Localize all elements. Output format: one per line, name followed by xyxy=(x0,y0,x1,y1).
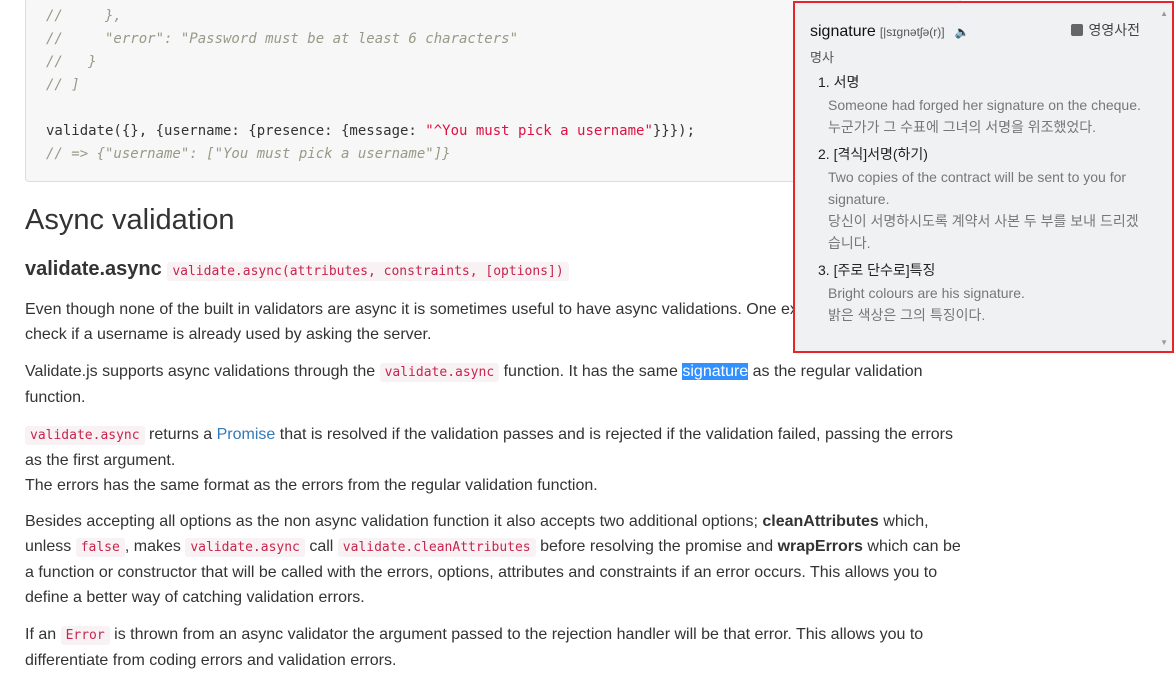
function-heading: validate.async validate.async(attributes… xyxy=(25,258,569,281)
paragraph: Validate.js supports async validations t… xyxy=(25,363,923,406)
speaker-icon[interactable]: 🔈 xyxy=(954,25,969,39)
scroll-down-icon[interactable]: ▼ xyxy=(1160,338,1168,347)
code-line: // => {"username": ["You must pick a use… xyxy=(46,146,451,162)
promise-link[interactable]: Promise xyxy=(217,426,276,443)
inline-code: validate.cleanAttributes xyxy=(337,538,536,557)
example-translation: 당신이 서명하시도록 계약서 사본 두 부를 보내 드리겠습니다. xyxy=(828,213,1139,251)
code-line: // ] xyxy=(46,77,80,93)
paragraph: Besides accepting all options as the non… xyxy=(25,513,961,606)
paragraph: If an Error is thrown from an async vali… xyxy=(25,626,924,669)
scroll-up-icon[interactable]: ▲ xyxy=(1160,9,1168,18)
paragraph: validate.async returns a Promise that is… xyxy=(25,426,954,494)
code-line: }}}); xyxy=(652,123,696,139)
example: Someone had forged her signature on the … xyxy=(828,97,1141,113)
example: Two copies of the contract will be sent … xyxy=(828,169,1127,207)
pronunciation: [|sɪɡnətʃə(r)] xyxy=(879,25,945,39)
code-line: validate({}, {username: {presence: {mess… xyxy=(46,123,426,139)
sense-label: 1. 서명 xyxy=(818,74,860,90)
dictionary-popup: 영영사전 ▲ ▼ signature [|sɪɡnətʃə(r)] 🔈 명사 1.… xyxy=(793,1,1174,353)
inline-code: validate.async xyxy=(185,538,305,557)
function-name: validate.async xyxy=(25,258,162,280)
headword: signature xyxy=(810,23,876,40)
code-line: // } xyxy=(46,54,97,70)
inline-code: validate.async xyxy=(25,426,145,445)
example-translation: 밝은 색상은 그의 특징이다. xyxy=(828,307,986,323)
inline-code: false xyxy=(75,538,125,557)
signature-code: validate.async(attributes, constraints, … xyxy=(167,262,569,281)
sense-label: 2. [격식]서명(하기) xyxy=(818,146,928,162)
selected-word[interactable]: signature xyxy=(682,363,749,380)
example-translation: 누군가가 그 수표에 그녀의 서명을 위조했었다. xyxy=(828,119,1097,135)
part-of-speech: 명사 xyxy=(810,50,834,65)
inline-code: validate.async xyxy=(379,363,500,382)
section-heading: Async validation xyxy=(25,204,235,236)
inline-code: Error xyxy=(60,626,110,645)
example: Bright colours are his signature. xyxy=(828,285,1025,301)
code-line: // }, xyxy=(46,8,122,24)
code-line: // "error": "Password must be at least 6… xyxy=(46,31,519,47)
sense-label: 3. [주로 단수로]특징 xyxy=(818,262,936,278)
code-string: "^You must pick a username" xyxy=(425,123,653,139)
